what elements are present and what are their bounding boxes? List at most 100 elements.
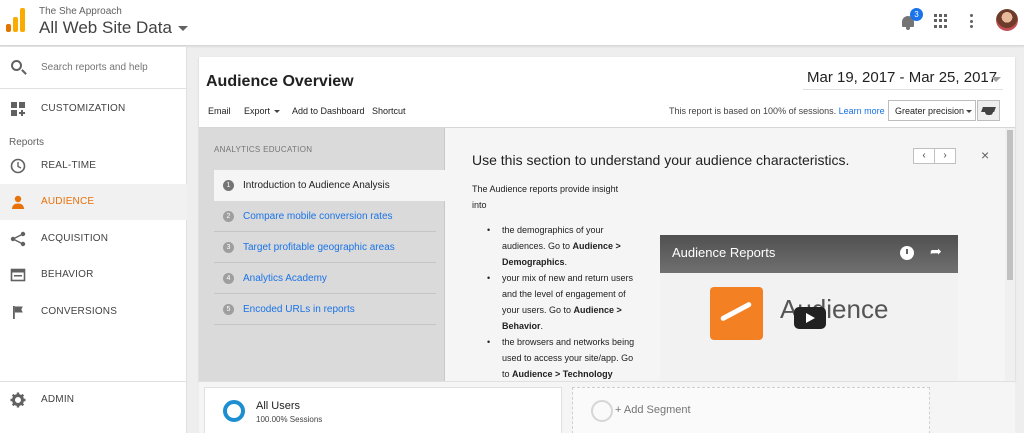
precision-value: Greater precision <box>895 106 965 116</box>
scrollbar-thumb[interactable] <box>1007 130 1013 280</box>
education-item[interactable]: 1 Introduction to Audience Analysis <box>214 170 445 201</box>
account-name[interactable]: The She Approach <box>39 6 122 17</box>
scrollbar[interactable] <box>1005 128 1015 382</box>
search-box[interactable]: Search reports and help <box>0 47 187 89</box>
caret-down-icon <box>966 110 972 113</box>
video-player[interactable]: Audience Reports ➦ Audience <box>660 235 958 382</box>
caret-down-icon <box>991 77 1001 82</box>
list-item: the browsers and networks being used to … <box>487 334 637 382</box>
sidebar-item-conversions[interactable]: CONVERSIONS <box>0 294 187 330</box>
sidebar-item-label: AUDIENCE <box>41 196 95 207</box>
email-button[interactable]: Email <box>208 106 231 116</box>
step-number: 4 <box>223 273 234 284</box>
step-number: 3 <box>223 242 234 253</box>
step-number: 5 <box>223 304 234 315</box>
education-toggle-button[interactable] <box>977 100 1000 121</box>
education-item-label: Analytics Academy <box>243 273 327 284</box>
acquisition-icon <box>10 231 26 247</box>
step-number: 1 <box>223 180 234 191</box>
education-intro: The Audience reports provide insight int… <box>472 184 619 210</box>
precision-select[interactable]: Greater precision <box>888 100 976 121</box>
property-view-selector[interactable]: All Web Site Data <box>39 18 188 38</box>
page-title: Audience Overview <box>206 73 354 90</box>
education-section-heading: Use this section to understand your audi… <box>472 152 850 168</box>
gear-icon <box>10 392 26 408</box>
flag-icon <box>13 306 23 319</box>
play-icon[interactable] <box>794 307 826 329</box>
sidebar-item-label: ADMIN <box>41 394 75 405</box>
add-segment-label: + Add Segment <box>615 404 691 416</box>
empty-ring-icon <box>591 400 613 422</box>
video-title: Audience Reports <box>672 245 776 260</box>
education-item[interactable]: 4 Analytics Academy <box>214 263 436 294</box>
segment-all-users[interactable]: All Users 100.00% Sessions <box>204 387 562 433</box>
avatar[interactable] <box>996 9 1018 31</box>
segment-bar: All Users 100.00% Sessions + Add Segment <box>199 381 1015 433</box>
education-item-label: Compare mobile conversion rates <box>243 211 393 222</box>
sidebar-item-behavior[interactable]: BEHAVIOR <box>0 257 187 293</box>
list-item: your mix of new and return users and the… <box>487 270 637 334</box>
sidebar-item-label: CUSTOMIZATION <box>41 103 126 114</box>
bullet-end: . <box>564 257 568 267</box>
step-number: 2 <box>223 211 234 222</box>
education-heading: ANALYTICS EDUCATION <box>214 145 313 154</box>
education-item[interactable]: 2 Compare mobile conversion rates <box>214 201 436 232</box>
next-button[interactable]: › <box>934 149 955 163</box>
segment-subtitle: 100.00% Sessions <box>256 415 323 424</box>
education-content: Use this section to understand your audi… <box>446 128 1015 382</box>
export-label: Export <box>244 106 271 116</box>
apps-grid-icon[interactable] <box>934 14 948 28</box>
report-panel: Audience Overview Mar 19, 2017 - Mar 25,… <box>199 57 1015 382</box>
sidebar-footer: ADMIN <box>0 381 187 433</box>
education-item-label: Encoded URLs in reports <box>243 304 355 315</box>
export-menu[interactable]: Export <box>244 106 281 116</box>
watch-later-icon[interactable] <box>900 246 914 260</box>
analytics-logo-icon[interactable] <box>6 8 26 32</box>
learn-more-link[interactable]: Learn more <box>839 106 885 116</box>
sampling-note-text: This report is based on 100% of sessions… <box>669 106 837 116</box>
sidebar: Search reports and help CUSTOMIZATION Re… <box>0 47 187 433</box>
education-bullets: the demographics of your audiences. Go t… <box>487 222 637 382</box>
sidebar-item-label: REAL-TIME <box>41 160 97 171</box>
dashboard-add-icon <box>11 102 25 116</box>
analytics-education-panel: ANALYTICS EDUCATION 1 Introduction to Au… <box>199 127 1015 382</box>
education-item[interactable]: 3 Target profitable geographic areas <box>214 232 436 263</box>
list-item: the demographics of your audiences. Go t… <box>487 222 637 270</box>
report-toolbar: Email Export Add to Dashboard Shortcut T… <box>199 99 1015 125</box>
sidebar-item-real-time[interactable]: REAL-TIME <box>0 148 187 184</box>
search-input[interactable]: Search reports and help <box>41 62 148 73</box>
reports-heading: Reports <box>9 137 45 148</box>
education-item-label: Target profitable geographic areas <box>243 242 395 253</box>
sidebar-item-customization[interactable]: CUSTOMIZATION <box>0 91 187 127</box>
top-bar: The She Approach All Web Site Data 3 <box>0 0 1024 46</box>
shortcut-button[interactable]: Shortcut <box>372 106 406 116</box>
sidebar-item-label: CONVERSIONS <box>41 306 118 317</box>
more-vert-icon[interactable] <box>970 14 974 28</box>
add-to-dashboard-button[interactable]: Add to Dashboard <box>292 106 365 116</box>
date-range-value: Mar 19, 2017 - Mar 25, 2017 <box>807 69 998 86</box>
notification-badge: 3 <box>910 8 923 21</box>
caret-down-icon <box>274 110 281 114</box>
date-range-picker[interactable]: Mar 19, 2017 - Mar 25, 2017 <box>803 66 1003 90</box>
search-icon <box>11 60 22 71</box>
property-view-label: All Web Site Data <box>39 18 172 37</box>
analytics-logo-icon <box>710 287 763 340</box>
prev-button[interactable]: ‹ <box>914 149 934 163</box>
bullet-end: . <box>540 321 544 331</box>
segment-title: All Users <box>256 400 301 412</box>
sidebar-item-label: BEHAVIOR <box>41 269 94 280</box>
education-nav: ANALYTICS EDUCATION 1 Introduction to Au… <box>199 128 445 382</box>
education-item-label: Introduction to Audience Analysis <box>243 180 390 191</box>
clock-icon <box>10 158 26 174</box>
person-icon <box>12 195 24 209</box>
sidebar-item-acquisition[interactable]: ACQUISITION <box>0 221 187 257</box>
share-icon[interactable]: ➦ <box>930 243 942 260</box>
sidebar-item-admin[interactable]: ADMIN <box>0 382 187 418</box>
caret-down-icon <box>177 26 188 32</box>
sidebar-item-audience[interactable]: AUDIENCE <box>0 184 187 220</box>
close-icon[interactable]: × <box>981 147 989 163</box>
add-segment-button[interactable]: + Add Segment <box>572 387 930 433</box>
sidebar-item-label: ACQUISITION <box>41 233 109 244</box>
education-item[interactable]: 5 Encoded URLs in reports <box>214 294 436 325</box>
video-title-bar: Audience Reports ➦ <box>660 235 958 273</box>
